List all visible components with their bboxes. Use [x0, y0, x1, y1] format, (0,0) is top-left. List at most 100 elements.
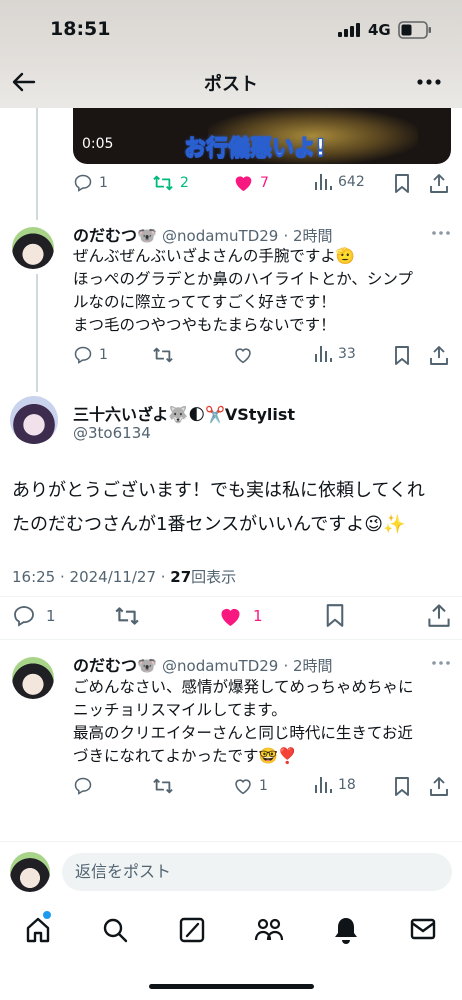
- divider: [0, 639, 462, 640]
- like-icon: [233, 346, 253, 364]
- status-time: 18:51: [50, 18, 111, 40]
- notifications-tab[interactable]: [333, 916, 359, 944]
- thread-line: [36, 274, 38, 392]
- search-icon: [101, 916, 129, 944]
- views-label: 回表示: [191, 568, 237, 586]
- home-icon: [24, 916, 52, 944]
- text-line: 最高のクリエイターさんと同じ時代に生きてお近: [73, 724, 413, 742]
- bookmark-icon[interactable]: [325, 604, 345, 627]
- views-icon: [314, 173, 332, 191]
- reply-icon: [73, 776, 93, 796]
- views-count: 18: [338, 777, 356, 793]
- more-icon[interactable]: [432, 661, 450, 665]
- grok-icon: [178, 916, 206, 944]
- video-duration: 0:05: [82, 136, 114, 152]
- signal-icon: [338, 23, 362, 37]
- bookmark-icon[interactable]: [394, 174, 410, 193]
- share-icon[interactable]: [430, 776, 448, 796]
- bookmark-icon[interactable]: [394, 777, 410, 796]
- thread-line: [36, 108, 38, 220]
- notification-dot: [43, 911, 51, 919]
- text-line: づきになれてよかったです🤓❣️: [73, 747, 298, 765]
- communities-tab[interactable]: [254, 916, 284, 944]
- reply-icon: [73, 173, 93, 193]
- video-overlay-text: お行儀悪いよ!: [184, 136, 327, 162]
- like-button[interactable]: 1: [233, 777, 268, 795]
- like-button[interactable]: 7: [233, 173, 269, 192]
- network-label: 4G: [368, 21, 391, 39]
- share-icon[interactable]: [428, 603, 450, 627]
- like-icon: [233, 173, 254, 192]
- text-line: ごめんなさい、感情が爆発してめっちゃめちゃに: [73, 678, 414, 696]
- page-title: ポスト: [204, 74, 258, 95]
- avatar[interactable]: [12, 657, 54, 699]
- like-button[interactable]: [233, 346, 253, 364]
- author-handle[interactable]: @nodamuTD29: [162, 657, 278, 675]
- home-tab[interactable]: [24, 916, 52, 944]
- reply-button[interactable]: 1: [12, 604, 56, 628]
- reply-count: 1: [46, 607, 56, 625]
- reply-header: のだむつ🐨 @nodamuTD29 · 2時間: [73, 222, 333, 246]
- post-text: ごめんなさい、感情が爆発してめっちゃめちゃに ニッチョリスマイルしてます。 最高…: [73, 676, 453, 768]
- like-count: 1: [259, 778, 268, 794]
- reply-icon: [12, 604, 36, 628]
- repost-count: 2: [180, 175, 189, 191]
- like-count: 7: [260, 174, 269, 191]
- repost-button[interactable]: 2: [152, 173, 189, 193]
- views-icon: [314, 345, 332, 363]
- reply-button[interactable]: 1: [73, 345, 108, 365]
- text-line: ルなのに際立っててすごく好きです！: [73, 293, 336, 311]
- author-name[interactable]: のだむつ🐨: [73, 226, 157, 245]
- views-button[interactable]: 642: [314, 173, 365, 191]
- post-text: ありがとうございます！でも実は私に依頼してくれ たのだむつさんが1番センスがいい…: [12, 474, 457, 542]
- author-handle[interactable]: @nodamuTD29: [162, 227, 278, 245]
- post-text: ぜんぶぜんぶいざよさんの手腕ですよ🫡 ほっぺのグラデとか鼻のハイライトとか、シン…: [73, 245, 453, 337]
- post-time: · 2時間: [283, 657, 333, 675]
- repost-icon: [152, 173, 174, 193]
- search-tab[interactable]: [101, 916, 129, 944]
- repost-icon[interactable]: [114, 604, 140, 628]
- more-icon[interactable]: [432, 231, 450, 235]
- share-icon[interactable]: [430, 173, 448, 193]
- repost-button[interactable]: [152, 345, 174, 365]
- more-icon[interactable]: [417, 79, 441, 85]
- reply-button[interactable]: 1: [73, 173, 108, 193]
- text-line: ぜんぶぜんぶいざよさんの手腕ですよ🫡: [73, 247, 356, 265]
- communities-icon: [254, 916, 284, 944]
- post-timestamp[interactable]: 16:25 · 2024/11/27 ·: [12, 568, 170, 586]
- text-line: まつ毛のつやつやもたまらないです！: [73, 316, 336, 334]
- author-handle[interactable]: @3to6134: [73, 424, 151, 442]
- repost-button[interactable]: [152, 776, 174, 796]
- like-count: 1: [253, 607, 263, 625]
- views-count: 642: [338, 174, 365, 190]
- reply-button[interactable]: [73, 776, 93, 796]
- bookmark-icon[interactable]: [394, 346, 410, 365]
- messages-icon: [410, 918, 436, 940]
- divider: [0, 596, 462, 597]
- reply-input[interactable]: 返信をポスト: [62, 853, 452, 891]
- repost-icon: [152, 776, 174, 796]
- views-button[interactable]: 33: [314, 345, 356, 363]
- share-icon[interactable]: [430, 345, 448, 365]
- views-button[interactable]: 18: [314, 776, 356, 794]
- reply-icon: [73, 345, 93, 365]
- views-icon: [314, 776, 332, 794]
- text-line: ほっぺのグラデとか鼻のハイライトとか、シンプ: [73, 270, 413, 288]
- repost-icon: [152, 345, 174, 365]
- divider: [0, 841, 462, 842]
- like-button[interactable]: 1: [218, 605, 263, 627]
- avatar: [10, 852, 50, 892]
- text-line: ありがとうございます！でも実は私に依頼してくれ: [12, 480, 425, 501]
- author-name[interactable]: 三十六いざよ🐺🌓✂️VStylist: [73, 401, 295, 425]
- messages-tab[interactable]: [410, 918, 436, 940]
- avatar[interactable]: [12, 227, 54, 269]
- author-name[interactable]: のだむつ🐨: [73, 656, 157, 675]
- notifications-icon: [333, 916, 359, 944]
- avatar[interactable]: [10, 396, 58, 444]
- grok-tab[interactable]: [178, 916, 206, 944]
- text-line: たのだむつさんが1番センスがいいんですよ😉✨: [12, 514, 406, 535]
- reply-header: のだむつ🐨 @nodamuTD29 · 2時間: [73, 652, 333, 676]
- reply-count: 1: [99, 347, 108, 363]
- views-count: 33: [338, 346, 356, 362]
- views-count: 27: [170, 568, 192, 586]
